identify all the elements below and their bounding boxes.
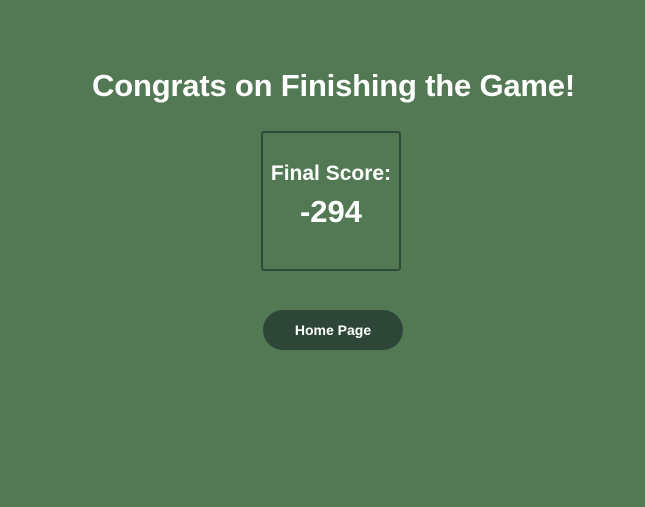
final-score-value: -294 [299, 194, 363, 229]
home-page-button[interactable]: Home Page [263, 310, 403, 350]
final-score-card: Final Score: -294 [261, 131, 401, 271]
page-title: Congrats on Finishing the Game! [92, 68, 575, 103]
final-score-label: Final Score: [270, 162, 392, 185]
